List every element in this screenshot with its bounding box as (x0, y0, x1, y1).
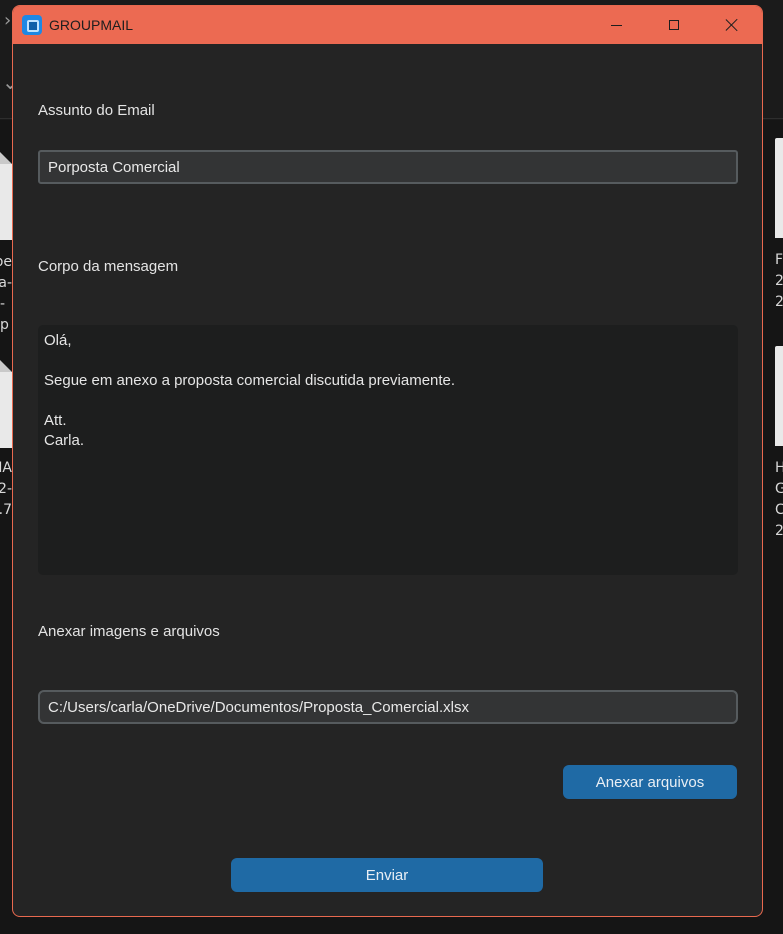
background-file-label: pe -sa - p (0, 254, 12, 333)
background-file-icon (0, 348, 12, 448)
background-file-icon (0, 140, 12, 240)
background-chevron-icon: › (4, 10, 12, 31)
close-icon (725, 18, 739, 32)
background-file-icon (775, 138, 783, 238)
background-file-label: F 2 2 (775, 252, 783, 310)
window-title: GROUPMAIL (49, 17, 134, 33)
subject-input[interactable] (38, 150, 738, 184)
attach-files-button[interactable]: Anexar arquivos (563, 765, 737, 799)
background-file-label: H G C 2 (775, 460, 783, 539)
minimize-icon (610, 24, 622, 26)
minimize-button[interactable] (587, 6, 645, 44)
groupmail-window: GROUPMAIL Assunto do Email Corpo da mens… (12, 5, 763, 917)
maximize-button[interactable] (645, 6, 703, 44)
close-button[interactable] (703, 6, 761, 44)
attach-label: Anexar imagens e arquivos (38, 623, 220, 640)
background-file-icon (775, 346, 783, 446)
send-button[interactable]: Enviar (231, 858, 543, 892)
attachment-path-input[interactable] (38, 690, 738, 724)
title-bar[interactable]: GROUPMAIL (13, 6, 762, 44)
message-body-textarea[interactable]: Olá, Segue em anexo a proposta comercial… (38, 325, 738, 575)
app-logo-icon (22, 15, 42, 35)
subject-label: Assunto do Email (38, 102, 155, 119)
body-label: Corpo da mensagem (38, 258, 179, 275)
maximize-icon (669, 20, 679, 30)
background-file-label: MA -2 7. (0, 460, 12, 518)
